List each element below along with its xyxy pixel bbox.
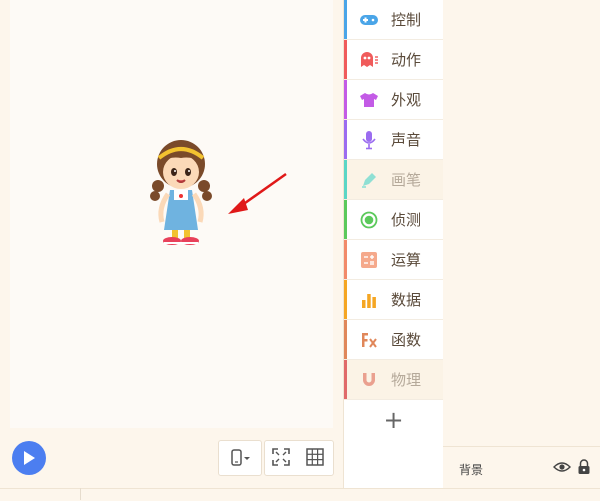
category-color-bar — [344, 160, 347, 199]
category-color-bar — [344, 120, 347, 159]
divider — [80, 488, 81, 500]
blocks-palette — [443, 0, 600, 446]
view-controls — [264, 440, 334, 476]
add-extension-button[interactable]: + — [344, 400, 443, 440]
calculator-icon — [358, 249, 380, 271]
category-functions[interactable]: 函数 — [344, 320, 443, 360]
category-operators[interactable]: 运算 — [344, 240, 443, 280]
eye-icon[interactable] — [553, 460, 571, 474]
gamepad-icon — [358, 9, 380, 31]
lock-icon[interactable] — [577, 459, 591, 475]
category-label: 外观 — [391, 91, 422, 109]
category-motion[interactable]: 动作 — [344, 40, 443, 80]
grid-icon[interactable] — [305, 447, 325, 467]
category-color-bar — [344, 0, 347, 39]
category-color-bar — [344, 200, 347, 239]
status-strip — [0, 488, 600, 501]
girl-sprite[interactable] — [148, 138, 214, 248]
category-label: 物理 — [391, 371, 422, 389]
category-data[interactable]: 数据 — [344, 280, 443, 320]
fullscreen-icon[interactable] — [271, 447, 291, 467]
category-color-bar — [344, 40, 347, 79]
category-label: 声音 — [391, 131, 422, 149]
category-color-bar — [344, 280, 347, 319]
category-color-bar — [344, 80, 347, 119]
sprite-bar: 背景 — [443, 446, 600, 489]
play-icon — [24, 451, 35, 465]
block-categories: 控制 动作 外观 声音 画笔 侦测 运算 数据 函数 物理 + — [343, 0, 444, 488]
radar-icon — [358, 209, 380, 231]
category-label: 函数 — [391, 331, 422, 349]
function-icon — [358, 329, 380, 351]
category-label: 控制 — [391, 11, 422, 29]
category-color-bar — [344, 360, 347, 399]
phone-icon — [231, 449, 250, 466]
stage-area — [0, 0, 343, 488]
category-physics[interactable]: 物理 — [344, 360, 443, 400]
category-color-bar — [344, 240, 347, 279]
category-sensing[interactable]: 侦测 — [344, 200, 443, 240]
category-label: 画笔 — [391, 171, 422, 189]
category-sound[interactable]: 声音 — [344, 120, 443, 160]
ghost-icon — [358, 49, 380, 71]
magnet-icon — [358, 369, 380, 391]
category-label: 动作 — [391, 51, 422, 69]
microphone-icon — [358, 129, 380, 151]
category-label: 数据 — [391, 291, 422, 309]
bar-chart-icon — [358, 289, 380, 311]
category-control[interactable]: 控制 — [344, 0, 443, 40]
tshirt-icon — [358, 89, 380, 111]
category-looks[interactable]: 外观 — [344, 80, 443, 120]
category-color-bar — [344, 320, 347, 359]
stage[interactable] — [10, 0, 333, 428]
background-label[interactable]: 背景 — [459, 461, 483, 478]
device-select-button[interactable] — [218, 440, 262, 476]
annotation-arrow — [228, 172, 287, 214]
category-label: 运算 — [391, 251, 422, 269]
category-label: 侦测 — [391, 211, 422, 229]
category-pen[interactable]: 画笔 — [344, 160, 443, 200]
pen-icon — [358, 169, 380, 191]
run-button[interactable] — [12, 441, 46, 475]
